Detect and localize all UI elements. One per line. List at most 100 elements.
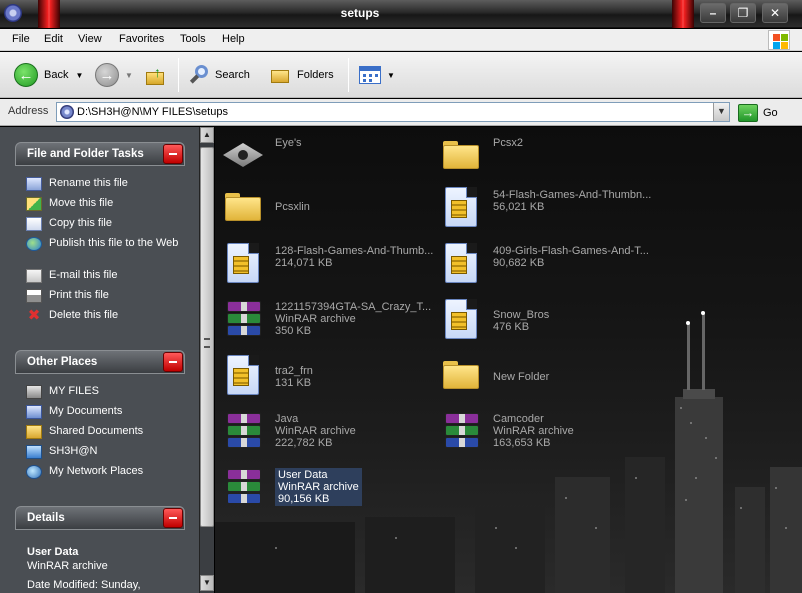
task-move[interactable]: Move this file: [26, 197, 190, 211]
minimize-icon: –: [709, 6, 717, 20]
file-item[interactable]: Pcsx2: [437, 131, 655, 181]
file-item[interactable]: 54-Flash-Games-And-Thumbn... 56,021 KB: [437, 183, 655, 233]
task-email[interactable]: E-mail this file: [26, 269, 190, 283]
back-label: Back: [44, 69, 69, 81]
file-name: Eye's: [275, 137, 302, 149]
menu-view[interactable]: View: [78, 33, 102, 45]
minimize-button[interactable]: –: [700, 3, 726, 23]
address-input[interactable]: D:\SH3H@N\MY FILES\setups ▼: [56, 102, 730, 122]
file-name: 409-Girls-Flash-Games-And-T... 90,682 KB: [493, 245, 655, 269]
scroll-down-icon[interactable]: ▼: [200, 575, 214, 591]
file-item[interactable]: Java WinRAR archive 222,782 KB: [219, 407, 437, 457]
place-network[interactable]: My Network Places: [26, 465, 190, 479]
computer-icon: [26, 445, 42, 459]
rename-icon: [26, 177, 42, 191]
file-item-selected[interactable]: User Data WinRAR archive 90,156 KB: [219, 463, 437, 513]
details-header[interactable]: Details: [15, 506, 185, 530]
left-pane-scrollbar[interactable]: ▲ ▼: [199, 127, 214, 593]
up-folder-button[interactable]: ↑: [145, 63, 167, 87]
folders-button[interactable]: Folders: [271, 63, 334, 87]
search-icon: [189, 64, 211, 86]
collapse-icon[interactable]: [163, 508, 183, 528]
file-title: Java: [275, 413, 299, 425]
file-item[interactable]: Pcsxlin: [219, 183, 437, 233]
menu-tools[interactable]: Tools: [180, 33, 206, 45]
file-item[interactable]: Camcoder WinRAR archive 163,653 KB: [437, 407, 655, 457]
menu-file[interactable]: File: [12, 33, 30, 45]
place-my-documents[interactable]: My Documents: [26, 405, 190, 419]
file-item[interactable]: Eye's: [219, 131, 437, 181]
views-button[interactable]: ▼: [359, 63, 395, 87]
place-label: SH3H@N: [49, 445, 98, 457]
forward-button[interactable]: → ▼: [95, 63, 133, 87]
go-button[interactable]: → Go: [738, 103, 778, 122]
panel-title: File and Folder Tasks: [27, 148, 144, 160]
maximize-button[interactable]: ❐: [730, 3, 756, 23]
file-name: User Data WinRAR archive 90,156 KB: [275, 468, 362, 506]
forward-dropdown-icon[interactable]: ▼: [125, 71, 133, 80]
title-bar[interactable]: setups – ❐ ✕: [0, 0, 802, 28]
file-item[interactable]: New Folder: [437, 351, 655, 401]
task-publish-web[interactable]: Publish this file to the Web: [26, 237, 190, 251]
back-button[interactable]: ← Back ▼: [14, 63, 83, 87]
place-computer[interactable]: SH3H@N: [26, 445, 190, 459]
publish-web-icon: [26, 237, 42, 251]
window-title: setups: [340, 6, 380, 20]
file-type: WinRAR archive: [275, 425, 356, 437]
toolbar: ← Back ▼ → ▼ ↑ Search Folders ▼: [0, 52, 802, 98]
task-label: Delete this file: [49, 309, 119, 321]
close-button[interactable]: ✕: [762, 3, 788, 23]
details-modified: Date Modified: Sunday,: [27, 579, 141, 591]
file-size: 90,156 KB: [278, 493, 330, 505]
file-title: 409-Girls-Flash-Games-And-T...: [493, 245, 649, 257]
menu-help[interactable]: Help: [222, 33, 245, 45]
search-button[interactable]: Search: [189, 63, 250, 87]
rar-icon: [219, 463, 267, 511]
close-icon: ✕: [769, 6, 781, 20]
zip-icon: [437, 183, 485, 231]
file-size: 56,021 KB: [493, 201, 545, 213]
file-name: 54-Flash-Games-And-Thumbn... 56,021 KB: [493, 189, 655, 213]
file-size: 222,782 KB: [275, 437, 333, 449]
menu-edit[interactable]: Edit: [44, 33, 63, 45]
restore-icon: ❐: [737, 6, 749, 20]
file-name: Camcoder WinRAR archive 163,653 KB: [493, 413, 655, 449]
other-places-header[interactable]: Other Places: [15, 350, 185, 374]
back-dropdown-icon[interactable]: ▼: [75, 71, 83, 80]
place-my-files[interactable]: MY FILES: [26, 385, 190, 399]
file-item[interactable]: tra2_frn 131 KB: [219, 351, 437, 401]
task-rename[interactable]: Rename this file: [26, 177, 190, 191]
file-list-area[interactable]: Eye's Pcsx2 Pcsxlin 54-Flash-Games-And-T…: [215, 127, 802, 593]
file-item[interactable]: 409-Girls-Flash-Games-And-T... 90,682 KB: [437, 239, 655, 289]
place-label: My Network Places: [49, 465, 144, 477]
file-folder-tasks-header[interactable]: File and Folder Tasks: [15, 142, 185, 166]
zip-icon: [219, 351, 267, 399]
collapse-icon[interactable]: [163, 352, 183, 372]
collapse-icon[interactable]: [163, 144, 183, 164]
place-shared-documents[interactable]: Shared Documents: [26, 425, 190, 439]
panel-title: Other Places: [27, 356, 98, 368]
file-item[interactable]: 128-Flash-Games-And-Thumb... 214,071 KB: [219, 239, 437, 289]
file-size: 163,653 KB: [493, 437, 551, 449]
menu-favorites[interactable]: Favorites: [119, 33, 164, 45]
address-label: Address: [8, 105, 49, 117]
scroll-up-icon[interactable]: ▲: [200, 127, 214, 143]
file-name: 1221157394GTA-SA_Crazy_T... WinRAR archi…: [275, 301, 437, 337]
zip-icon: [219, 239, 267, 287]
zip-icon: [437, 295, 485, 343]
task-label: Move this file: [49, 197, 114, 209]
file-type: WinRAR archive: [278, 481, 359, 493]
file-item[interactable]: 1221157394GTA-SA_Crazy_T... WinRAR archi…: [219, 295, 437, 345]
task-print[interactable]: Print this file: [26, 289, 190, 303]
file-item[interactable]: Snow_Bros 476 KB: [437, 295, 655, 345]
file-name: New Folder: [493, 371, 550, 383]
task-copy[interactable]: Copy this file: [26, 217, 190, 231]
address-dropdown-icon[interactable]: ▼: [713, 103, 729, 121]
scroll-thumb[interactable]: [200, 147, 214, 527]
folder-icon: [26, 425, 42, 439]
details-name: User Data: [27, 546, 79, 558]
folders-label: Folders: [297, 69, 334, 81]
file-name: 128-Flash-Games-And-Thumb... 214,071 KB: [275, 245, 437, 269]
task-delete[interactable]: ✖ Delete this file: [26, 308, 190, 323]
rar-icon: [437, 407, 485, 455]
